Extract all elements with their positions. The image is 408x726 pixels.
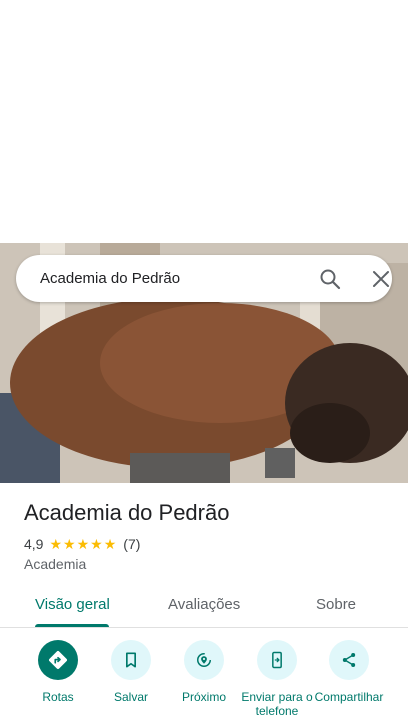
tab-bar: Visão geral Avaliações Sobre [0,585,408,628]
directions-button[interactable]: Rotas [18,640,98,704]
active-tab-indicator [35,624,109,627]
save-label: Salvar [113,690,148,704]
place-title: Academia do Pedrão [24,500,230,525]
star-rating: ★ ★ ★ ★ ★ [49,537,117,551]
tab-about[interactable]: Sobre [316,596,356,613]
nearby-label: Próximo [181,690,226,704]
nearby-button[interactable]: Próximo [164,640,244,704]
directions-label: Rotas [42,690,74,704]
star-icon: ★ [103,536,117,552]
nearby-icon [184,640,224,680]
search-icon[interactable] [318,267,342,291]
send-to-phone-icon [257,640,297,680]
star-icon: ★ [63,536,76,552]
star-icon: ★ [49,536,63,552]
tab-reviews[interactable]: Avaliações [168,596,240,613]
save-button[interactable]: Salvar [91,640,171,704]
send-to-phone-label: Enviar para o telefone [241,690,313,718]
share-label: Compartilhar [314,690,384,704]
tab-overview[interactable]: Visão geral [35,596,110,613]
star-icon: ★ [76,536,90,552]
map-area[interactable] [0,0,408,243]
action-bar: Rotas Salvar Próximo Enviar para o telef… [0,640,408,726]
close-icon[interactable] [369,267,393,291]
rating-value: 4,9 [24,536,44,552]
rating-row[interactable]: 4,9 ★ ★ ★ ★ ★ (7) [24,536,140,552]
share-icon [329,640,369,680]
star-icon: ★ [90,536,103,552]
directions-icon [38,640,78,680]
search-bar[interactable]: Academia do Pedrão [16,255,392,302]
bookmark-icon [111,640,151,680]
place-category: Academia [24,556,87,572]
review-count: (7) [123,536,141,552]
send-to-phone-button[interactable]: Enviar para o telefone [237,640,317,718]
share-button[interactable]: Compartilhar [309,640,389,704]
